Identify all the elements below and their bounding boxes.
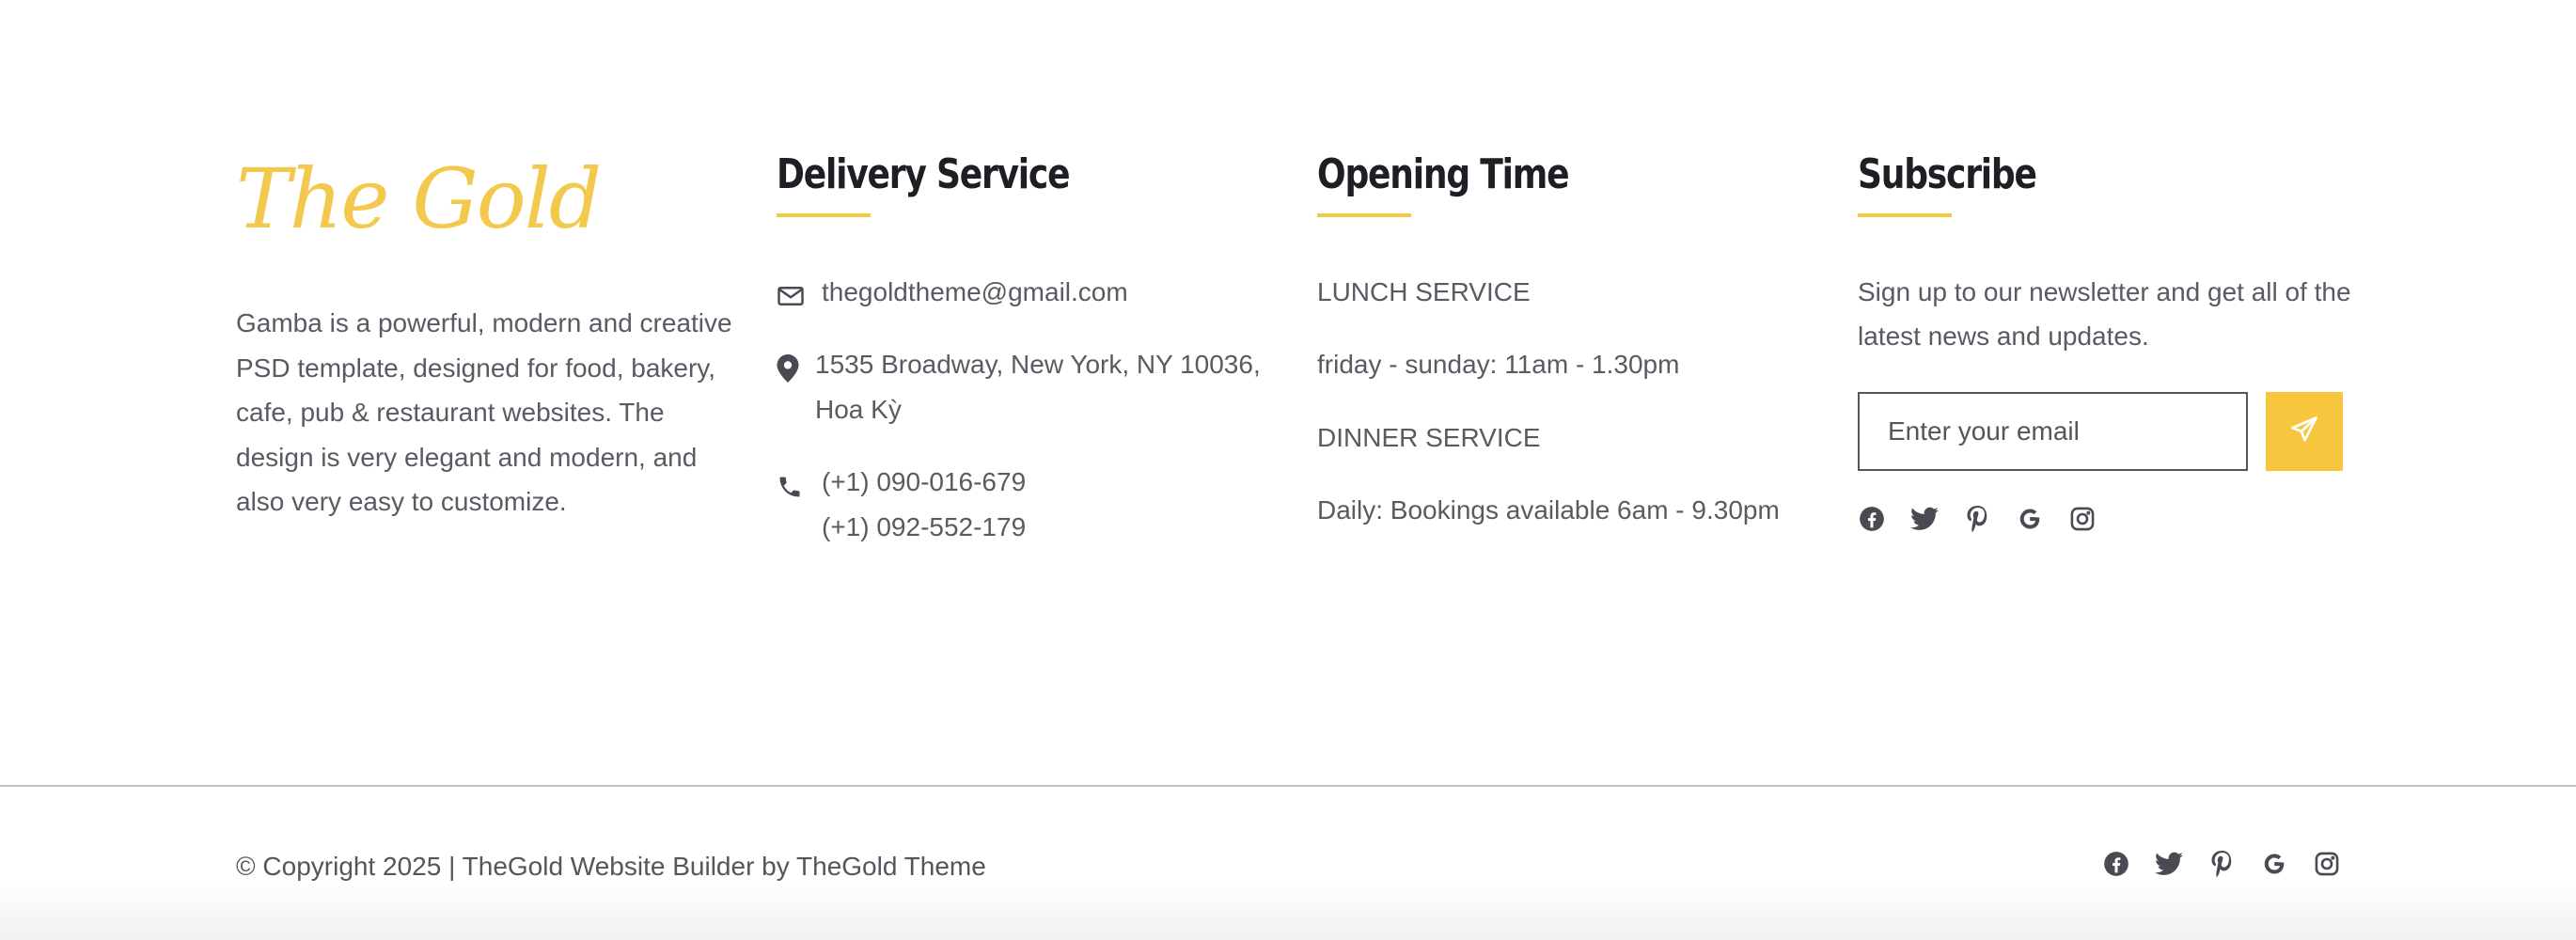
opening-item: Daily: Bookings available 6am - 9.30pm (1317, 495, 1780, 525)
subscribe-social-links (1858, 505, 2365, 533)
contact-list: thegoldtheme@gmail.com 1535 Broadway, Ne… (777, 270, 1284, 550)
instagram-icon[interactable] (2068, 505, 2097, 533)
about-description: Gamba is a powerful, modern and creative… (236, 308, 732, 516)
contact-email: thegoldtheme@gmail.com (777, 270, 1284, 315)
subscribe-description: Sign up to our newsletter and get all of… (1858, 276, 2351, 352)
email-link[interactable]: thegoldtheme@gmail.com (777, 270, 1284, 315)
title-underline (1317, 212, 1411, 217)
phone-icon (777, 469, 805, 497)
envelope-icon (777, 279, 805, 307)
subscribe-button[interactable] (2266, 391, 2343, 471)
opening-list: LUNCH SERVICE friday - sunday: 11am - 1.… (1317, 270, 1825, 533)
pinterest-icon[interactable] (2207, 850, 2236, 878)
site-logo[interactable]: The Gold (236, 158, 734, 263)
subscribe-column: Subscribe Sign up to our newsletter and … (1858, 150, 2365, 533)
title-underline (777, 212, 871, 217)
about-column: The Gold Gamba is a powerful, modern and… (236, 150, 734, 525)
delivery-title: Delivery Service (777, 150, 1071, 198)
facebook-icon[interactable] (2102, 850, 2130, 878)
opening-item: LUNCH SERVICE (1317, 276, 1531, 306)
footer-bottom-bar: © Copyright 2025 | TheGold Website Build… (0, 787, 2576, 940)
pinterest-icon[interactable] (1963, 505, 1991, 533)
opening-item: friday - sunday: 11am - 1.30pm (1317, 350, 1680, 380)
subscribe-title: Subscribe (1858, 150, 2037, 198)
contact-phone: (+1) 090-016-679 (+1) 092-552-179 (777, 460, 1284, 549)
delivery-column: Delivery Service thegoldtheme@gmail.com (777, 150, 1284, 577)
opening-item: DINNER SERVICE (1317, 422, 1541, 452)
footer-widgets: The Gold Gamba is a powerful, modern and… (0, 0, 2576, 785)
subscribe-form (1858, 391, 2365, 471)
paper-plane-icon (2290, 415, 2318, 446)
address-text: 1535 Broadway, New York, NY 10036, Hoa K… (815, 350, 1261, 424)
footer-social-links (2102, 850, 2341, 878)
copyright-text: © Copyright 2025 | TheGold Website Build… (236, 852, 986, 881)
google-icon[interactable] (2016, 505, 2044, 533)
instagram-icon[interactable] (2313, 850, 2341, 878)
opening-title: Opening Time (1317, 150, 1570, 198)
phone-number-2[interactable]: (+1) 092-552-179 (777, 505, 1284, 550)
opening-column: Opening Time LUNCH SERVICE friday - sund… (1317, 150, 1825, 561)
twitter-icon[interactable] (1910, 505, 1939, 533)
title-underline (1858, 212, 1952, 217)
google-icon[interactable] (2260, 850, 2288, 878)
facebook-icon[interactable] (1858, 505, 1886, 533)
email-input[interactable] (1858, 391, 2248, 471)
phone-number-1[interactable]: (+1) 090-016-679 (777, 460, 1284, 505)
twitter-icon[interactable] (2155, 850, 2183, 878)
contact-address: 1535 Broadway, New York, NY 10036, Hoa K… (777, 342, 1284, 431)
map-pin-icon (777, 352, 805, 384)
